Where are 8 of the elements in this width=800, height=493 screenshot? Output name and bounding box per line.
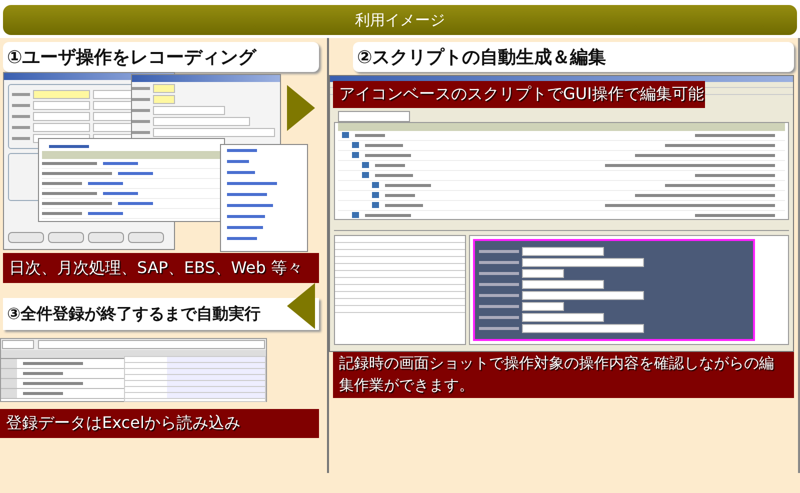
caption-banner: 記録時の画面ショットで操作対象の操作内容を確認しながらの編集作業ができます。 [333, 350, 794, 398]
caption-banner: アイコンベースのスクリプトでGUI操作で編集可能 [333, 81, 705, 108]
caption-banner: 日次、月次処理、SAP、EBS、Web 等々 [3, 253, 319, 283]
step-heading: ③全件登録が終了するまで自動実行 [3, 298, 319, 330]
caption-banner: 登録データはExcelから読み込み [0, 409, 319, 438]
page-title: 利用イメージ [355, 10, 445, 30]
step-heading: ②スクリプトの自動生成＆編集 [353, 42, 794, 72]
step-heading: ①ユーザ操作をレコーディング [3, 42, 319, 72]
